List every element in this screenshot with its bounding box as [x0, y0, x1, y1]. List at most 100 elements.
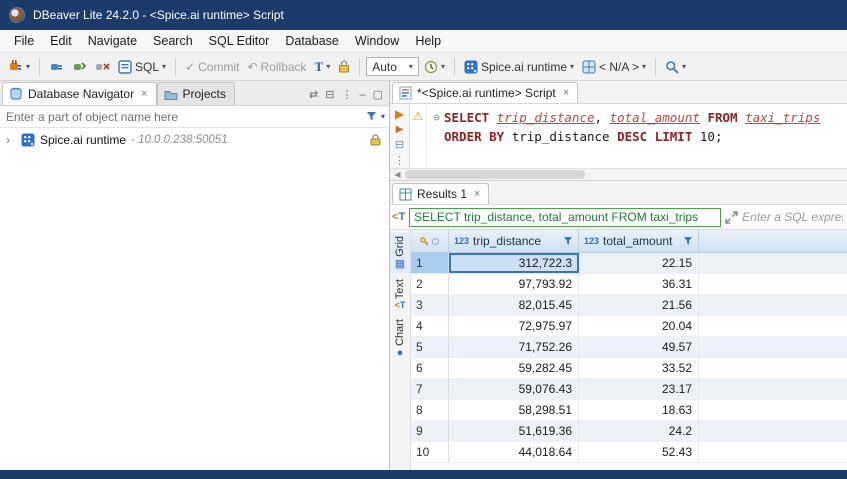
grid-cell[interactable]: 82,015.45	[449, 295, 579, 315]
chevron-down-icon[interactable]: ▾	[381, 113, 385, 121]
grid-cell[interactable]: 21.56	[579, 295, 699, 315]
tab-projects[interactable]: Projects	[157, 82, 235, 105]
filter-icon[interactable]	[366, 111, 377, 122]
tab-results-1[interactable]: Results 1 ×	[392, 183, 489, 204]
grid-cell[interactable]: 22.15	[579, 253, 699, 273]
collapse-all-icon[interactable]: ⊟	[325, 88, 334, 101]
menu-file[interactable]: File	[6, 31, 42, 51]
sql-code-area[interactable]: ⊖ SELECT trip_distance, total_amount FRO…	[427, 104, 847, 168]
grid-cell[interactable]: 72,975.97	[449, 316, 579, 336]
tab-text-presentation[interactable]: Text <T	[390, 276, 410, 313]
grid-cell[interactable]: 18.63	[579, 400, 699, 420]
row-number[interactable]: 7	[411, 379, 449, 399]
link-editor-icon[interactable]: ⇄	[309, 88, 318, 101]
table-row[interactable]: 951,619.3624.2	[411, 421, 847, 442]
table-row[interactable]: 382,015.4521.56	[411, 295, 847, 316]
new-sql-editor-button[interactable]: SQL ▾	[115, 58, 169, 76]
grid-cell[interactable]: 33.52	[579, 358, 699, 378]
row-number[interactable]: 10	[411, 442, 449, 462]
table-row[interactable]: 571,752.2649.57	[411, 337, 847, 358]
column-header-total-amount[interactable]: 123 total_amount	[579, 230, 699, 252]
column-filter-icon[interactable]	[683, 236, 693, 246]
row-number[interactable]: 8	[411, 400, 449, 420]
reconnect-button[interactable]	[69, 57, 90, 76]
row-number[interactable]: 5	[411, 337, 449, 357]
titlebar[interactable]: DBeaver Lite 24.2.0 - <Spice.ai runtime>…	[0, 0, 847, 30]
grid-cell[interactable]: 20.04	[579, 316, 699, 336]
table-row[interactable]: 858,298.5118.63	[411, 400, 847, 421]
tree-item-connection[interactable]: › Spice.ai runtime - 10.0.0.238:50051	[0, 130, 389, 150]
grid-cell[interactable]: 97,793.92	[449, 274, 579, 294]
grid-cell[interactable]: 71,752.26	[449, 337, 579, 357]
table-row[interactable]: 472,975.9720.04	[411, 316, 847, 337]
grid-cell[interactable]: 58,298.51	[449, 400, 579, 420]
tab-grid-presentation[interactable]: Grid ▦	[390, 233, 410, 273]
commit-button[interactable]: ✓ Commit	[182, 58, 242, 76]
table-row[interactable]: 1044,018.6452.43	[411, 442, 847, 463]
results-filter-placeholder[interactable]: Enter a SQL expression to	[742, 210, 843, 224]
minimize-icon[interactable]: ‒	[359, 89, 365, 101]
editor-horizontal-scrollbar[interactable]: ◀	[390, 168, 847, 181]
row-number[interactable]: 4	[411, 316, 449, 336]
table-row[interactable]: 1312,722.322.15	[411, 253, 847, 274]
menu-navigate[interactable]: Navigate	[80, 31, 145, 51]
grid-cell[interactable]: 51,619.36	[449, 421, 579, 441]
row-number[interactable]: 6	[411, 358, 449, 378]
expand-filter-icon[interactable]	[725, 211, 738, 224]
tab-chart-presentation[interactable]: Chart ●	[390, 316, 410, 362]
connect-button[interactable]	[46, 57, 67, 76]
menu-edit[interactable]: Edit	[42, 31, 80, 51]
object-filter-input[interactable]	[6, 110, 362, 124]
execute-statement-icon[interactable]: ▶	[395, 108, 404, 120]
grid-cell[interactable]: 59,282.45	[449, 358, 579, 378]
disconnect-button[interactable]	[92, 57, 113, 76]
menu-help[interactable]: Help	[407, 31, 449, 51]
active-schema-selector[interactable]: < N/A > ▾	[579, 58, 649, 76]
grid-cell[interactable]: 24.2	[579, 421, 699, 441]
grid-cell[interactable]: 52.43	[579, 442, 699, 462]
table-row[interactable]: 297,793.9236.31	[411, 274, 847, 295]
column-filter-icon[interactable]	[563, 236, 573, 246]
grid-cell[interactable]: 49.57	[579, 337, 699, 357]
fold-icon[interactable]: ⊖	[429, 108, 444, 127]
menu-window[interactable]: Window	[347, 31, 407, 51]
commit-mode-combo[interactable]: Auto ▾	[366, 57, 419, 76]
new-connection-button[interactable]: ▾	[5, 57, 33, 76]
tab-sql-script[interactable]: *<Spice.ai runtime> Script ×	[392, 82, 578, 103]
close-icon[interactable]: ×	[474, 188, 480, 200]
grid-cell[interactable]: 312,722.3	[449, 253, 579, 273]
row-number[interactable]: 9	[411, 421, 449, 441]
grid-corner-cell[interactable]	[411, 230, 449, 252]
row-number[interactable]: 3	[411, 295, 449, 315]
transaction-mode-button[interactable]: T ▾	[312, 57, 334, 77]
execute-script-icon[interactable]: ⊟	[395, 140, 404, 151]
scrollbar-thumb[interactable]	[405, 170, 585, 179]
maximize-icon[interactable]: ▢	[373, 88, 383, 101]
table-row[interactable]: 659,282.4533.52	[411, 358, 847, 379]
active-connection-selector[interactable]: Spice.ai runtime ▾	[461, 58, 577, 76]
rollback-button[interactable]: ↶ Rollback	[244, 58, 309, 76]
tab-database-navigator[interactable]: Database Navigator ×	[2, 82, 157, 105]
close-icon[interactable]: ×	[141, 88, 147, 100]
row-number[interactable]: 2	[411, 274, 449, 294]
row-number[interactable]: 1	[411, 253, 449, 273]
close-icon[interactable]: ×	[563, 87, 569, 99]
execute-new-tab-icon[interactable]: ▶	[396, 125, 404, 135]
table-row[interactable]: 759,076.4323.17	[411, 379, 847, 400]
grid-cell[interactable]: 36.31	[579, 274, 699, 294]
results-filter-query[interactable]: SELECT trip_distance, total_amount FROM …	[409, 208, 721, 227]
search-button[interactable]: ▾	[662, 58, 689, 76]
expand-chevron-icon[interactable]: ›	[6, 133, 16, 147]
transaction-log-button[interactable]: ▾	[421, 58, 448, 76]
grid-cell[interactable]: 59,076.43	[449, 379, 579, 399]
grid-cell[interactable]: 23.17	[579, 379, 699, 399]
explain-plan-icon[interactable]: ⋮	[394, 156, 405, 167]
view-menu-icon[interactable]: ⋮	[341, 88, 352, 101]
scroll-left-icon[interactable]: ◀	[390, 170, 405, 179]
grid-cell[interactable]: 44,018.64	[449, 442, 579, 462]
autocommit-lock-button[interactable]	[335, 58, 353, 75]
menu-search[interactable]: Search	[145, 31, 201, 51]
menu-sql-editor[interactable]: SQL Editor	[201, 31, 278, 51]
menu-database[interactable]: Database	[277, 31, 347, 51]
column-header-trip-distance[interactable]: 123 trip_distance	[449, 230, 579, 252]
